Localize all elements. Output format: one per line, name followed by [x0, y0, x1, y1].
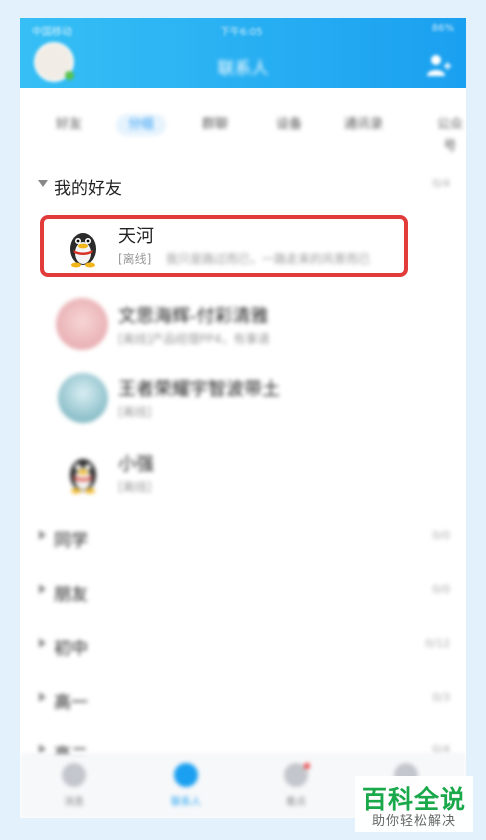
contact-row[interactable]: 文思海辉-付彩清雅 [离线]产品经理PP4，有事请	[20, 288, 466, 360]
group-count: 0/0	[432, 583, 450, 596]
group-count: 0/0	[432, 529, 450, 542]
group-count: 0/3	[432, 691, 450, 704]
notification-dot-icon	[304, 763, 310, 769]
chevron-right-icon	[39, 638, 46, 648]
contact-name: 王者荣耀宇智波带土	[118, 379, 280, 400]
group-name: 初中	[54, 639, 88, 659]
group-name: 我的好友	[54, 179, 122, 199]
tab-groups[interactable]: 分组	[116, 114, 167, 136]
tab-group-chats[interactable]: 群聊	[202, 114, 228, 136]
group-count: 0/4	[432, 177, 450, 190]
contact-row[interactable]: 王者荣耀宇智波带土 [离线]	[20, 363, 466, 435]
group-header-junior-high[interactable]: 初中 0/12	[20, 632, 466, 659]
group-name: 同学	[54, 531, 88, 551]
contact-name: 文思海辉-付彩清雅	[118, 306, 269, 327]
nav-label: 消息	[64, 797, 84, 808]
tab-friends[interactable]: 好友	[56, 114, 82, 136]
group-header-classmates[interactable]: 同学 0/0	[20, 524, 466, 551]
contact-tabs: 好友 分组 群聊 设备 通讯录 公众号	[20, 104, 466, 154]
tab-devices[interactable]: 设备	[276, 114, 302, 136]
watermark-subtitle: 助你轻松解决	[371, 814, 456, 829]
clock-text: 下午6:05	[220, 27, 263, 38]
group-name: 高一	[54, 693, 88, 713]
status-bar: 中国移动 下午6:05 86%	[20, 20, 466, 38]
chat-bubble-icon	[62, 763, 86, 787]
contacts-screen: 中国移动 下午6:05 86% 联系人 好友 分组 群聊 设备 通讯录 公众号 …	[20, 18, 466, 818]
contact-status: [离线]产品经理PP4，有事请	[118, 332, 270, 346]
contact-status: [离线]	[118, 405, 152, 419]
app-header: 中国移动 下午6:05 86% 联系人	[20, 18, 466, 88]
photo-avatar	[56, 298, 108, 350]
contacts-icon	[174, 763, 198, 787]
page-title: 联系人	[217, 59, 269, 79]
contact-status: [离线]	[118, 480, 152, 494]
chevron-right-icon	[39, 584, 46, 594]
group-header-grade-ten[interactable]: 高一 0/3	[20, 686, 466, 713]
add-contact-icon[interactable]	[426, 52, 452, 78]
chevron-down-icon	[38, 180, 48, 187]
group-header-friends[interactable]: 朋友 0/0	[20, 578, 466, 605]
nav-feed[interactable]: 看点	[266, 763, 326, 808]
tab-official-accounts[interactable]: 公众号	[434, 114, 466, 154]
nav-label: 看点	[286, 797, 306, 808]
contact-row[interactable]: 小强 [离线]	[20, 438, 466, 510]
nav-contacts[interactable]: 联系人	[156, 763, 216, 808]
tab-address-book[interactable]: 通讯录	[344, 114, 383, 136]
carrier-text: 中国移动	[32, 27, 72, 38]
watermark-logo: 百科全说 助你轻松解决	[355, 776, 473, 832]
highlight-box	[40, 215, 408, 277]
group-header-my-friends[interactable]: 我的好友 0/4	[20, 172, 466, 199]
chevron-right-icon	[39, 530, 46, 540]
battery-text: 86%	[431, 23, 454, 34]
penguin-avatar	[58, 448, 108, 498]
chevron-right-icon	[39, 744, 46, 754]
contact-name: 小强	[118, 454, 154, 475]
group-count: 0/12	[425, 637, 450, 650]
nav-label: 联系人	[171, 797, 201, 808]
nav-messages[interactable]: 消息	[44, 763, 104, 808]
photo-avatar	[58, 373, 108, 423]
group-name: 朋友	[54, 585, 88, 605]
chevron-right-icon	[39, 692, 46, 702]
